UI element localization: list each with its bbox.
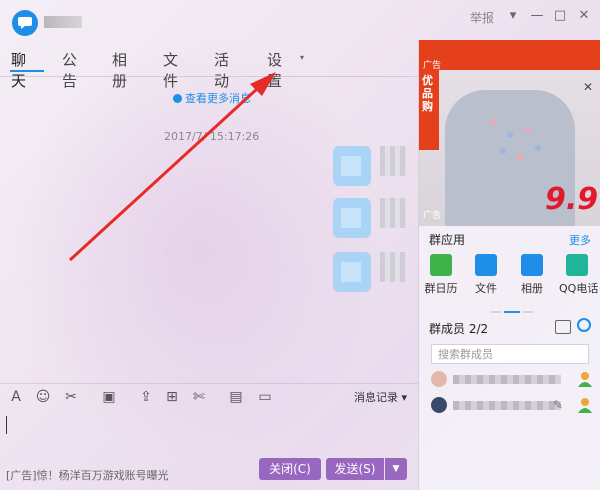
send-button[interactable]: 发送(S): [326, 458, 384, 480]
member-name-redacted: [453, 401, 561, 410]
member-avatar: [431, 371, 447, 387]
member-avatar: [431, 397, 447, 413]
message-log-label: 消息记录: [354, 391, 398, 404]
app-group-calendar[interactable]: 群日历: [423, 254, 459, 296]
app-label: 文件: [475, 282, 497, 295]
member-search-input[interactable]: 搜索群成员: [431, 344, 589, 364]
ad-badge-bottom: 广告: [423, 211, 442, 221]
font-icon[interactable]: A: [7, 388, 25, 406]
right-sidebar: 广告 优品购 ✕ 9.9 广告 群应用 更多 群日历 文件 相册 QQ电话 群成…: [418, 40, 600, 490]
gift-icon[interactable]: ⊞: [163, 388, 181, 406]
app-qq-call[interactable]: QQ电话: [559, 254, 599, 296]
upload-icon[interactable]: ⇪: [137, 388, 155, 406]
app-files[interactable]: 文件: [468, 254, 504, 296]
calendar-icon[interactable]: ▤: [227, 388, 245, 406]
calendar-icon: [430, 254, 452, 276]
group-apps-title: 群应用: [429, 233, 466, 247]
group-members-title: 群成员 2/2: [429, 322, 489, 336]
more-apps-link[interactable]: 更多: [569, 232, 591, 248]
ad-banner[interactable]: 广告 优品购 ✕ 9.9 广告: [419, 40, 600, 226]
app-label: QQ电话: [559, 282, 599, 295]
screenshot-icon[interactable]: ✂: [62, 388, 80, 406]
emoji-icon[interactable]: ☺: [34, 388, 52, 406]
search-icon[interactable]: [577, 318, 591, 332]
footer-ad-link[interactable]: [广告]惊！杨洋百万游戏账号曝光: [6, 467, 169, 483]
app-album[interactable]: 相册: [514, 254, 550, 296]
edit-icon[interactable]: ✎: [553, 398, 563, 412]
phone-icon: [566, 254, 588, 276]
qq-group-chat-window: 举报 ▾ — □ ✕ 聊天 公告 相册 文件 活动 设置 ▾ 查看更多消息 20…: [0, 0, 600, 490]
photo-icon: [521, 254, 543, 276]
message-log-button[interactable]: 消息记录 ▾: [354, 389, 407, 405]
image-icon[interactable]: ▣: [100, 388, 118, 406]
scissors-icon[interactable]: ✄: [190, 388, 208, 406]
message-input[interactable]: [6, 416, 7, 434]
apps-page-indicator[interactable]: [491, 302, 551, 313]
send-options-chevron-icon[interactable]: ▼: [385, 458, 407, 480]
ad-close-icon[interactable]: ✕: [583, 80, 593, 94]
member-user-icon: [577, 397, 593, 413]
ad-header-bar: [419, 40, 600, 70]
member-name-redacted: [453, 375, 561, 384]
owner-user-icon: [577, 371, 593, 387]
app-label: 群日历: [424, 282, 458, 295]
member-management-icon[interactable]: [555, 320, 571, 334]
member-row[interactable]: ✎: [427, 395, 597, 417]
app-label: 相册: [521, 282, 543, 295]
chat-record-icon[interactable]: ▭: [256, 388, 274, 406]
ad-vertical-text: 优品购: [422, 74, 433, 113]
file-icon: [475, 254, 497, 276]
ad-price: 9.9: [545, 182, 599, 217]
member-row[interactable]: [427, 369, 597, 391]
close-button[interactable]: 关闭(C): [259, 458, 321, 480]
